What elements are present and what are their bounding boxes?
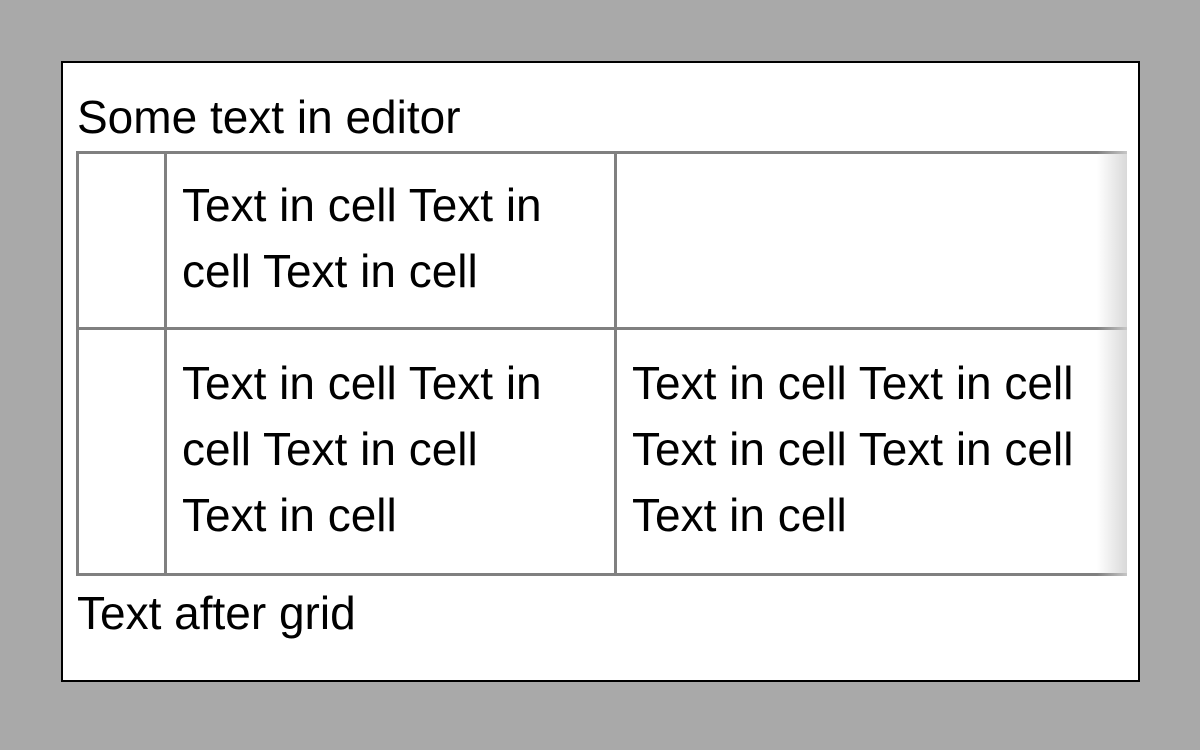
cell-text-line: cell Text in cell [182, 423, 478, 475]
editor-text-after-grid[interactable]: Text after grid [77, 585, 356, 641]
cell-text-line: Text in cell Text in cell [632, 357, 1074, 409]
grid-cell-row2-col1[interactable] [76, 330, 164, 573]
cell-text-line: cell Text in cell [182, 245, 478, 297]
grid-border-bottom [76, 573, 1127, 576]
cell-text-line: Text in cell Text in [182, 357, 542, 409]
grid-cell-row1-col2[interactable]: Text in cell Text in cell Text in cell [182, 172, 542, 304]
editor[interactable]: Some text in editor Text in cell Text in… [61, 61, 1140, 682]
grid-cell-row2-col2[interactable]: Text in cell Text in cell Text in cell T… [182, 350, 542, 548]
grid-row-divider [76, 327, 1127, 330]
cell-text-line: Text in cell Text in [182, 179, 542, 231]
grid-cell-row2-col3[interactable]: Text in cell Text in cell Text in cell T… [632, 350, 1073, 548]
cell-text-line: Text in cell Text in cell [632, 423, 1074, 475]
grid-cell-row1-col1[interactable] [76, 151, 164, 327]
grid-viewport[interactable]: Text in cell Text in cell Text in cell T… [76, 151, 1127, 576]
grid-table: Text in cell Text in cell Text in cell T… [76, 151, 1127, 576]
grid-column-divider [164, 151, 167, 576]
cell-text-line: Text in cell [182, 489, 397, 541]
cell-text-line: Text in cell [632, 489, 847, 541]
editor-text-before-grid[interactable]: Some text in editor [77, 89, 461, 145]
grid-cell-row1-col3[interactable] [617, 154, 1127, 327]
